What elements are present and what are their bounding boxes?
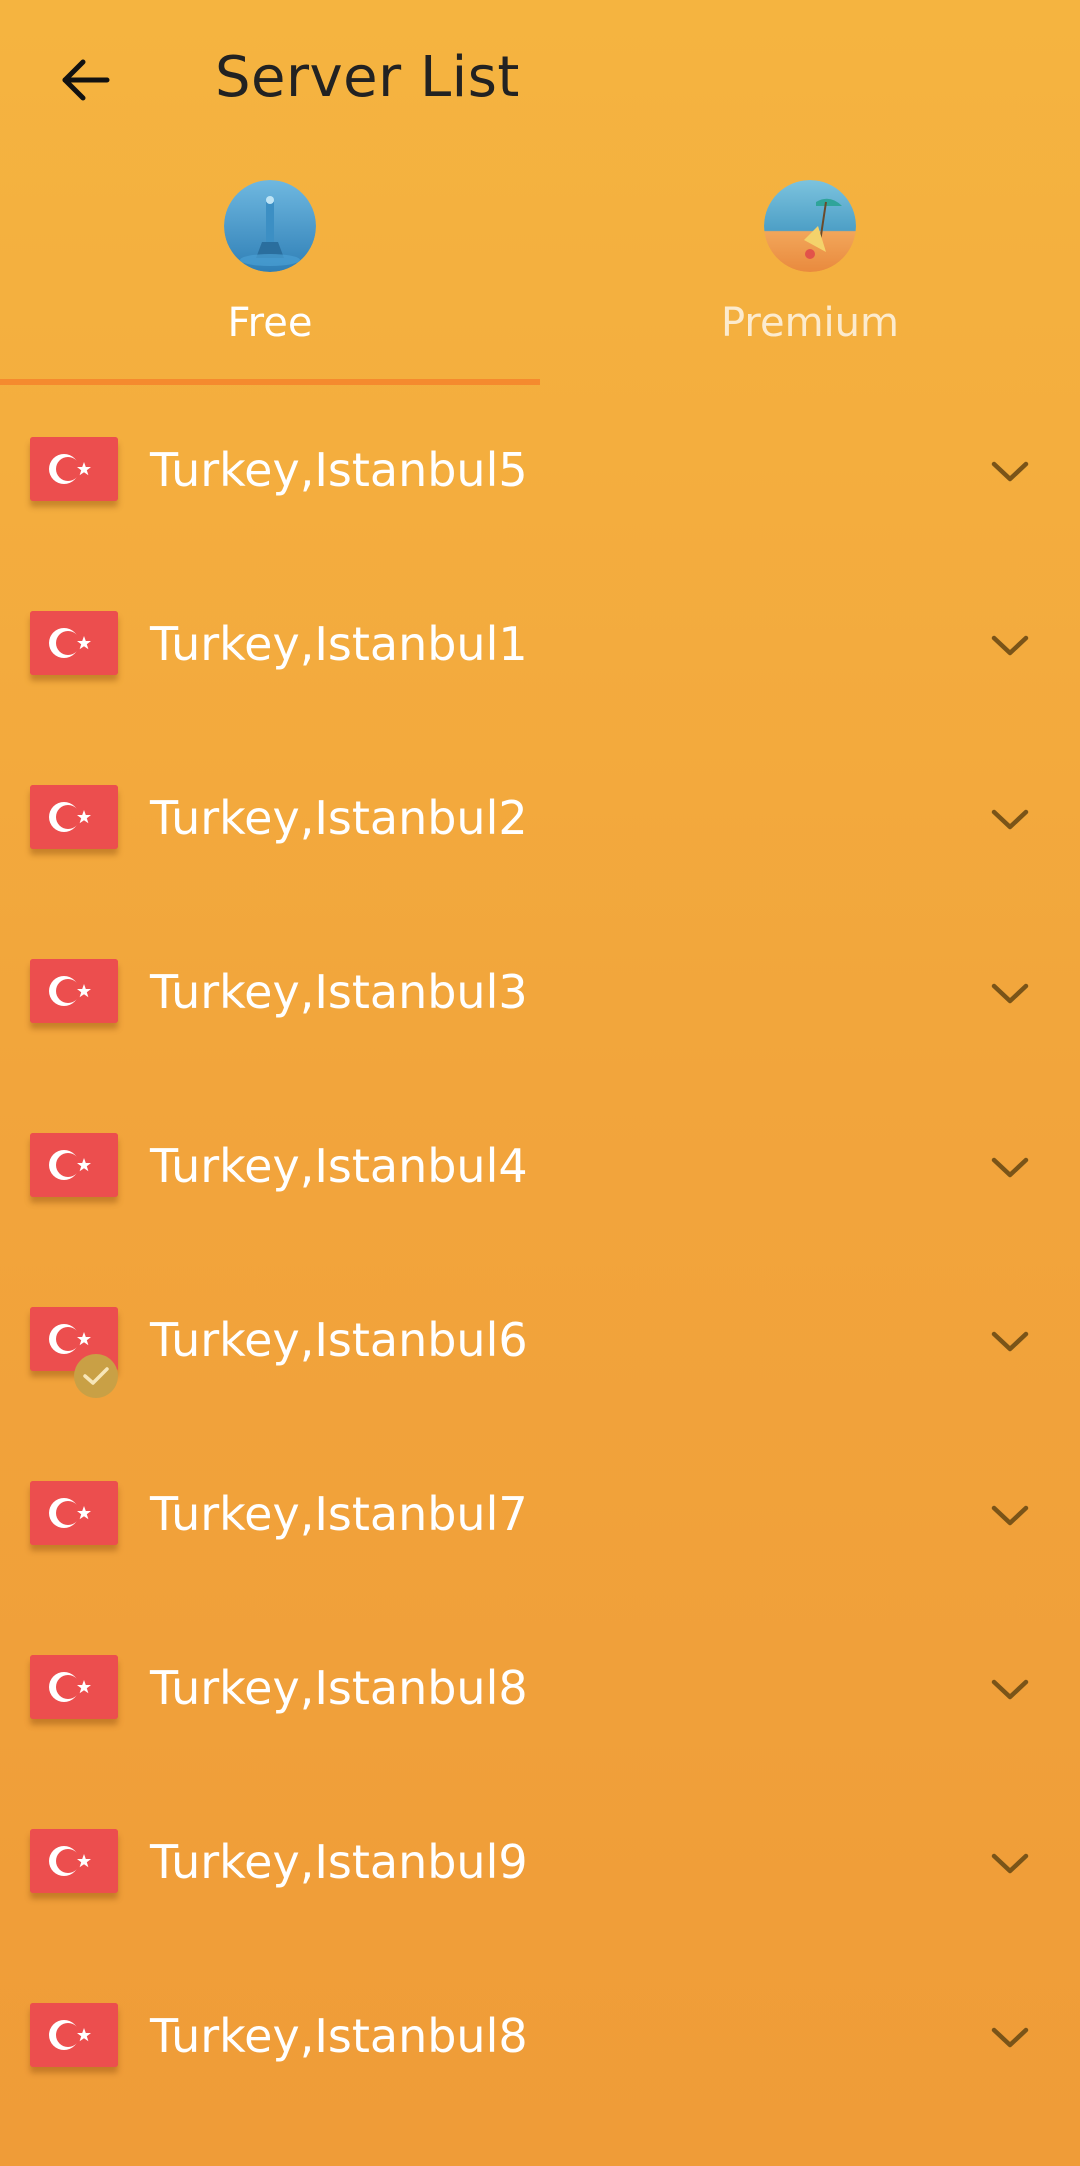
server-name: Turkey,Istanbul5 [150, 443, 528, 497]
app-header: Server List [0, 0, 1080, 160]
server-name: Turkey,Istanbul8 [150, 1661, 528, 1715]
server-list: Turkey,Istanbul5 Turkey,Istanbul1 Turkey… [0, 400, 1080, 2140]
turkey-flag-icon [30, 1655, 118, 1719]
server-row[interactable]: Turkey,Istanbul2 [0, 748, 1080, 922]
server-name: Turkey,Istanbul4 [150, 1139, 528, 1193]
tab-premium[interactable]: Premium [540, 170, 1080, 385]
server-row[interactable]: Turkey,Istanbul7 [0, 1444, 1080, 1618]
turkey-flag-icon [30, 437, 118, 501]
turkey-flag-icon [30, 1829, 118, 1893]
page-title: Server List [215, 45, 520, 110]
beach-globe-icon [764, 180, 856, 272]
turkey-flag-icon [30, 785, 118, 849]
chevron-down-icon[interactable] [982, 1662, 1038, 1718]
server-name: Turkey,Istanbul1 [150, 617, 528, 671]
chevron-down-icon[interactable] [982, 1140, 1038, 1196]
arrow-left-icon [62, 59, 110, 101]
chevron-down-icon[interactable] [982, 2010, 1038, 2066]
server-row[interactable]: Turkey,Istanbul1 [0, 574, 1080, 748]
chevron-down-icon[interactable] [982, 966, 1038, 1022]
turkey-flag-icon [30, 1481, 118, 1545]
server-row[interactable]: Turkey,Istanbul4 [0, 1096, 1080, 1270]
turkey-flag-icon [30, 611, 118, 675]
check-icon [74, 1354, 118, 1398]
chevron-down-icon[interactable] [982, 444, 1038, 500]
turkey-flag-icon [30, 959, 118, 1023]
server-row[interactable]: Turkey,Istanbul8 [0, 1618, 1080, 1792]
lighthouse-globe-icon [224, 180, 316, 272]
server-name: Turkey,Istanbul7 [150, 1487, 528, 1541]
chevron-down-icon[interactable] [982, 618, 1038, 674]
turkey-flag-icon [30, 1133, 118, 1197]
server-row[interactable]: Turkey,Istanbul8 [0, 1966, 1080, 2140]
chevron-down-icon[interactable] [982, 792, 1038, 848]
server-row-selected[interactable]: Turkey,Istanbul6 [0, 1270, 1080, 1444]
server-row[interactable]: Turkey,Istanbul3 [0, 922, 1080, 1096]
server-name: Turkey,Istanbul3 [150, 965, 528, 1019]
server-name: Turkey,Istanbul8 [150, 2009, 528, 2063]
tab-free[interactable]: Free [0, 170, 540, 385]
tab-label: Free [227, 300, 313, 346]
server-name: Turkey,Istanbul9 [150, 1835, 528, 1889]
server-name: Turkey,Istanbul2 [150, 791, 528, 845]
chevron-down-icon[interactable] [982, 1314, 1038, 1370]
tier-tabs: Free Premium [0, 170, 1080, 385]
chevron-down-icon[interactable] [982, 1836, 1038, 1892]
turkey-flag-icon [30, 2003, 118, 2067]
tab-label: Premium [721, 300, 899, 346]
active-tab-indicator [0, 379, 540, 385]
back-button[interactable] [40, 40, 130, 120]
server-row[interactable]: Turkey,Istanbul9 [0, 1792, 1080, 1966]
server-row[interactable]: Turkey,Istanbul5 [0, 400, 1080, 574]
chevron-down-icon[interactable] [982, 1488, 1038, 1544]
server-name: Turkey,Istanbul6 [150, 1313, 528, 1367]
